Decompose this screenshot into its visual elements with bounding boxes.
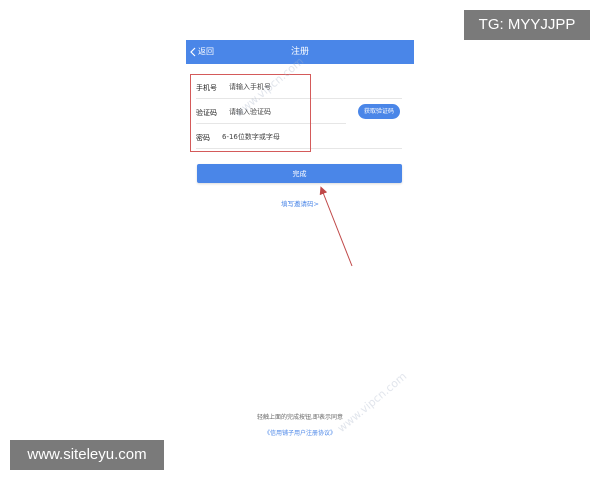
site-overlay-label: www.siteleyu.com xyxy=(10,440,164,470)
tg-overlay-label: TG: MYYJJPP xyxy=(464,10,590,40)
annotation-arrow xyxy=(319,186,353,267)
